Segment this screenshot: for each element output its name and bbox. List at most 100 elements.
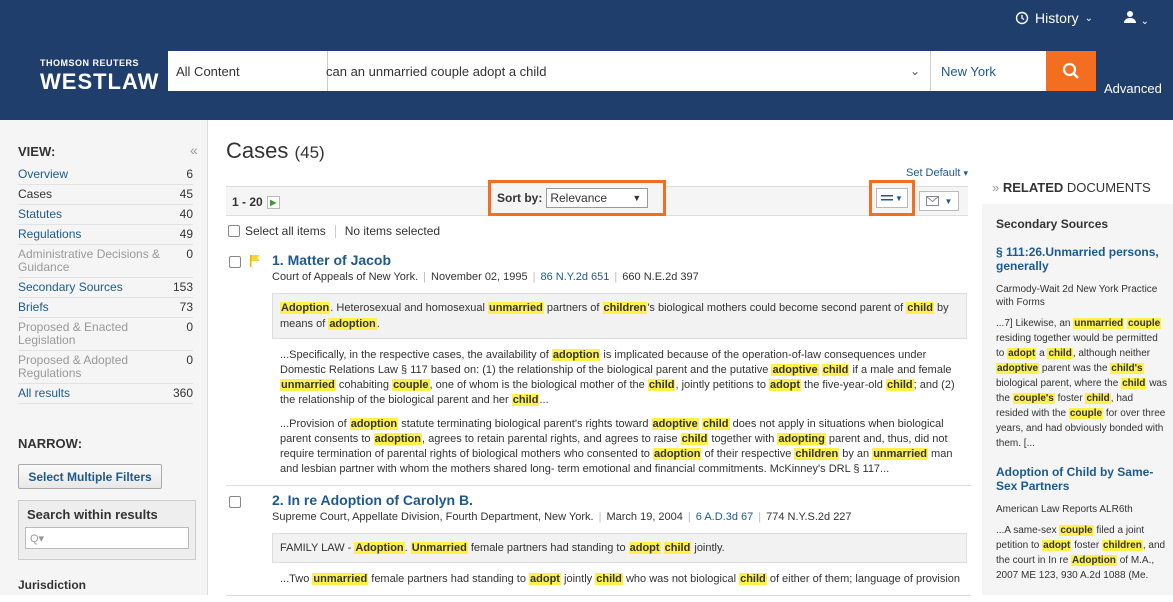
search-query-text: can an unmarried couple adopt a child [326,63,547,79]
sidebar-item-count: 6 [186,167,193,181]
related-documents-heading[interactable]: » RELATED DOCUMENTS [992,180,1151,195]
sidebar-item-label: Administrative Decisions & Guidance [18,247,161,274]
result-number: 1. [272,252,284,268]
sidebar-item-label[interactable]: All results [18,387,70,400]
sort-control: Sort by: Relevance ▼ [488,180,666,216]
sidebar-item-count: 49 [179,227,193,241]
search-term-highlight: child's [1110,363,1144,374]
sidebar-item[interactable]: Statutes 40 [18,205,193,225]
snippet-text: foster [1054,393,1086,404]
list-detail-icon [881,195,894,201]
sidebar-item-label: Proposed & Adopted Regulations [18,353,129,380]
selection-status: No items selected [344,224,441,238]
collapse-icon[interactable]: « [190,142,198,158]
sidebar-item-count: 153 [172,280,193,294]
select-multiple-filters-button[interactable]: Select Multiple Filters [18,464,162,489]
search-term-highlight: adopt [628,542,661,554]
result-title[interactable]: 1. Matter of Jacob [272,252,971,268]
related-doc-title[interactable]: § 111:26.Unmarried persons, generally [996,245,1168,273]
sidebar-item-label: Proposed & Enacted Legislation [18,320,129,347]
select-all-checkbox[interactable] [228,225,240,237]
next-page-icon[interactable]: ▶ [266,195,280,209]
snippet-text: , although neither [1072,348,1151,359]
advanced-search-link[interactable]: Advanced [1104,81,1162,96]
citation-link[interactable]: 6 A.D.3d 67 [696,511,754,523]
sidebar-item-label[interactable]: Regulations [18,228,81,241]
result-title-link[interactable]: Matter of Jacob [288,252,391,268]
sidebar-item-count: 360 [172,386,193,400]
sidebar-item[interactable]: Cases 45 [18,185,193,205]
snippet-text: foster [1071,540,1102,551]
set-default-link[interactable]: Set Default ▾ [906,167,968,179]
search-within-input[interactable]: Q▾ [25,527,189,549]
search-term-highlight: child [1085,393,1111,404]
sidebar-item-label[interactable]: Overview [18,168,68,181]
search-term-highlight: Adoption [1071,555,1117,566]
result-snippet: ...Specifically, in the respective cases… [272,348,967,408]
decision-date: March 19, 2004 [606,511,683,523]
jurisdiction-filter-label[interactable]: Jurisdiction [18,578,86,592]
sidebar-item-count: 0 [186,247,193,261]
sidebar-item-label[interactable]: Secondary Sources [18,281,123,294]
search-term-highlight: child [663,542,692,554]
history-menu[interactable]: History ⌄ [1015,10,1093,26]
search-term-highlight: adoption [653,448,702,460]
search-button[interactable] [1046,51,1096,91]
search-term-highlight: couple's [1012,393,1055,404]
snippet-text: of their respective [701,448,795,460]
sidebar-item: Proposed & Enacted Legislation 0 [18,318,193,351]
select-all-label[interactable]: Select all items [245,224,326,238]
result-checkbox[interactable] [229,256,241,268]
citation-link[interactable]: 86 N.Y.2d 651 [541,271,610,283]
result-title[interactable]: 2. In re Adoption of Carolyn B. [272,492,971,508]
content-type-list: Overview 6 Cases 45 Statutes 40 Regulations 49 A… [18,165,193,404]
page-title: Cases (45) [226,138,325,164]
decision-date: November 02, 1995 [431,271,528,283]
result-title-link[interactable]: In re Adoption of Carolyn B. [288,492,473,508]
search-term-highlight: adopting [777,433,826,445]
list-view-button[interactable]: ▼ [876,188,908,208]
snippet-text: ... [539,394,549,406]
history-icon [1015,11,1029,25]
snippet-text: if a male and female [849,364,952,376]
sidebar-item[interactable]: Briefs 73 [18,298,193,318]
divider [334,224,336,238]
snippet-text: ...Specifically, in the respective cases… [280,349,552,361]
content-scope-select[interactable]: All Content [168,51,328,91]
delivery-button[interactable]: ▼ [919,191,959,211]
jurisdiction-selector[interactable]: New York [930,51,1048,91]
top-bar: History ⌄ ⌄ [0,0,1173,38]
search-term-highlight: children [602,302,648,314]
related-doc-snippet: ...A same-sex couple filed a joint petit… [996,523,1168,583]
result-metadata: Court of Appeals of New York. | November 0… [272,271,971,283]
sidebar-item[interactable]: Regulations 49 [18,225,193,245]
user-menu[interactable]: ⌄ [1123,10,1149,27]
result-checkbox[interactable] [229,496,241,508]
sidebar-item-label[interactable]: Briefs [18,301,49,314]
result-item: 1. Matter of Jacob Court of Appeals of Ne… [226,252,971,486]
divider: | [423,271,427,283]
sort-select[interactable]: Relevance ▼ [546,188,649,208]
snippet-text: , one of whom is the biological mother o… [429,379,648,391]
search-input[interactable]: can an unmarried couple adopt a child [326,63,900,79]
snippet-text: , agrees to retain parental rights, and … [422,433,681,445]
sidebar-item[interactable]: All results 360 [18,384,193,404]
westlaw-logo[interactable]: THOMSON REUTERS WESTLAW [40,58,159,95]
flag-icon[interactable] [250,255,260,270]
sidebar-item[interactable]: Overview 6 [18,165,193,185]
sidebar-item[interactable]: Secondary Sources 153 [18,278,193,298]
search-term-highlight: child [885,379,914,391]
snippet-text: statute terminating biological parent's … [398,418,652,430]
result-metadata: Supreme Court, Appellate Division, Fourt… [272,511,971,523]
sort-label: Sort by: [497,191,543,205]
search-term-highlight: Adoption [280,302,331,314]
result-snippet: ...Two unmarried female partners had sta… [272,572,967,587]
search-term-highlight: child [701,418,730,430]
search-term-highlight: child [1121,378,1147,389]
search-term-highlight: child [595,573,623,585]
chevron-down-icon[interactable]: ⌄ [900,64,930,78]
search-term-highlight: Adoption [354,542,405,554]
related-doc-title[interactable]: Adoption of Child by Same-Sex Partners [996,465,1168,493]
snippet-text: partners of [543,302,603,314]
sidebar-item-label[interactable]: Statutes [18,208,62,221]
